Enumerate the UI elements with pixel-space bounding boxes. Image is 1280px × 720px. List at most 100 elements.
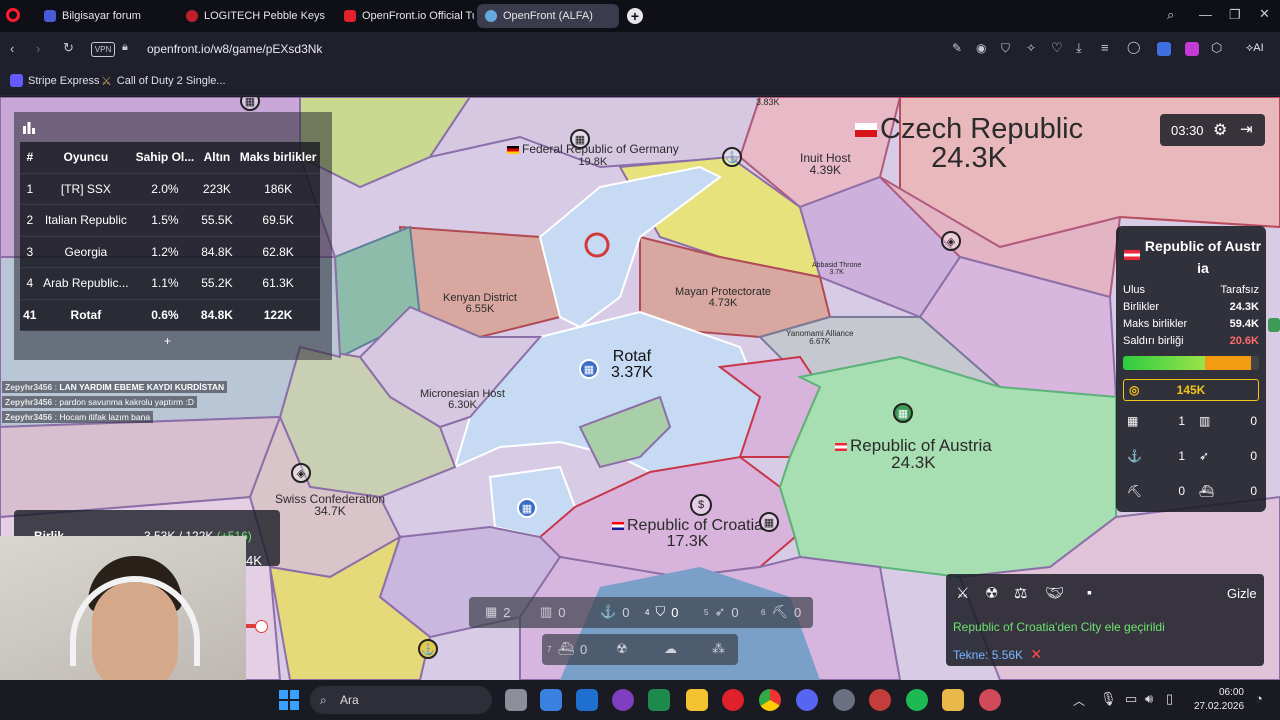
gold-icon[interactable]: $: [690, 494, 712, 516]
volume-icon[interactable]: 🔊︎: [1145, 691, 1153, 707]
start-windows-icon[interactable]: [279, 690, 299, 710]
notifications-icon[interactable]: ◔: [1255, 691, 1263, 706]
clock[interactable]: 06:00 27.02.2026: [1194, 686, 1244, 714]
taskbar-search[interactable]: ⌕ Ara: [310, 686, 492, 714]
filter-attack-icon[interactable]: ⚔: [956, 584, 969, 602]
shield-icon[interactable]: ⛉: [1001, 41, 1010, 56]
close-window-icon[interactable]: ✕: [1259, 6, 1270, 22]
tab-bilgisayar-forum[interactable]: Bilgisayar forum: [36, 4, 172, 28]
tab-openfront-tutorial[interactable]: OpenFront.io Official Tuto: [336, 4, 474, 28]
filter-trade-icon[interactable]: ⚖: [1014, 584, 1027, 602]
build-bar: ▦ 2 ▥ 0 ⚓ 0 4 ⛉ 0 5 ➶ 0 6 ⛏ 0: [469, 597, 813, 628]
minimize-icon[interactable]: —: [1199, 7, 1212, 22]
build-warship-button[interactable]: 7 ⛴ 0: [547, 634, 587, 664]
url-field[interactable]: openfront.io/w8/game/pEXsd3Nk: [147, 42, 322, 56]
app-icon[interactable]: [1185, 42, 1199, 56]
heart-icon[interactable]: ♡: [1051, 40, 1063, 56]
filter-alliance-icon[interactable]: 🤝︎: [1045, 584, 1064, 602]
city-icon[interactable]: ▦: [570, 129, 590, 149]
settings-icon[interactable]: [833, 689, 855, 711]
translate-icon[interactable]: [1157, 42, 1171, 56]
bookmark-stripe-express[interactable]: Stripe Express: [10, 74, 100, 87]
table-row[interactable]: 3 Georgia 1.2% 84.8K 62.8K: [20, 236, 320, 268]
filter-nuke-icon[interactable]: ☢: [985, 584, 998, 602]
app-icon[interactable]: [869, 689, 891, 711]
exit-icon[interactable]: ⇥: [1240, 120, 1253, 138]
missile-silo-icon[interactable]: ◈: [941, 231, 961, 251]
camera-icon[interactable]: ◉: [976, 41, 986, 55]
count: 0: [731, 604, 739, 620]
city-icon[interactable]: ▦: [893, 403, 913, 423]
build-sam-button[interactable]: 6 ⛏ 0: [761, 597, 801, 627]
port-icon[interactable]: ⚓: [418, 639, 438, 659]
city-icon[interactable]: ▦: [517, 498, 537, 518]
spotify-icon[interactable]: [906, 689, 928, 711]
bookmark-cod2[interactable]: ⚔ Call of Duty 2 Single...: [101, 74, 226, 88]
tab-openfront-game[interactable]: OpenFront (ALFA): [477, 4, 619, 28]
network-icon[interactable]: ▭: [1125, 691, 1137, 707]
missile-silo-icon[interactable]: ◈: [291, 463, 311, 483]
restore-icon[interactable]: ❐: [1229, 7, 1241, 23]
port-icon[interactable]: ⚓: [722, 147, 742, 167]
outlook-icon[interactable]: [576, 689, 598, 711]
build-port-button[interactable]: ⚓ 0: [600, 597, 629, 627]
vpn-badge[interactable]: VPN: [91, 42, 115, 57]
search-icon: ⌕: [320, 693, 327, 707]
build-factory-button[interactable]: ▥ 0: [540, 597, 566, 627]
col-player[interactable]: Oyuncu: [39, 142, 133, 174]
lock-icon[interactable]: 🔒︎: [122, 41, 128, 54]
mic-icon[interactable]: 🎙︎: [1100, 691, 1117, 707]
aria-ai-button[interactable]: ⟡AI: [1246, 42, 1264, 55]
excel-icon[interactable]: [648, 689, 670, 711]
build-missile-silo-button[interactable]: 5 ➶ 0: [704, 597, 739, 627]
filter-chat-icon[interactable]: ▪: [1087, 584, 1092, 600]
back-icon[interactable]: ‹: [10, 41, 14, 56]
build-hydrogen-bomb-button[interactable]: ☁: [664, 634, 677, 664]
attack-ratio-slider[interactable]: [246, 618, 268, 634]
build-mirv-button[interactable]: ⁂: [712, 634, 725, 664]
table-row-self[interactable]: 41 Rotaf 0.6% 84.8K 122K: [20, 299, 320, 331]
forward-icon[interactable]: ›: [36, 41, 40, 56]
col-owned[interactable]: Sahip Ol...: [132, 142, 198, 174]
profile-icon[interactable]: ◯: [1127, 40, 1140, 54]
chevron-up-icon[interactable]: ︿: [1073, 692, 1085, 709]
extensions-icon[interactable]: ✧: [1026, 41, 1036, 55]
cancel-boat-icon[interactable]: ✕: [1030, 646, 1042, 662]
download-icon[interactable]: ⤓: [1076, 40, 1082, 56]
build-city-button[interactable]: ▦ 2: [485, 597, 511, 627]
reload-icon[interactable]: ↻: [63, 40, 74, 56]
city-icon[interactable]: ▦: [759, 512, 779, 532]
slider-handle[interactable]: [255, 620, 268, 633]
menu-icon[interactable]: ≡: [1101, 40, 1109, 55]
cube-icon[interactable]: ⬡: [1211, 40, 1222, 56]
media-player-icon[interactable]: [612, 689, 634, 711]
store-icon[interactable]: [540, 689, 562, 711]
build-nuke-button[interactable]: ☢: [616, 634, 628, 664]
table-row[interactable]: 4 Arab Republic... 1.1% 55.2K 61.3K: [20, 267, 320, 300]
file-explorer-icon[interactable]: [686, 689, 708, 711]
task-view-icon[interactable]: [505, 689, 527, 711]
chrome-icon[interactable]: [759, 689, 781, 711]
search-tabs-icon[interactable]: ⌕: [1167, 7, 1174, 23]
edit-icon[interactable]: ✎: [952, 41, 962, 55]
col-rank[interactable]: #: [20, 142, 40, 174]
build-defense-post-button[interactable]: 4 ⛉ 0: [645, 597, 678, 627]
leaderboard-expand-button[interactable]: +: [164, 334, 171, 348]
app2-icon[interactable]: [942, 689, 964, 711]
app3-icon[interactable]: [979, 689, 1001, 711]
col-gold[interactable]: Altın: [197, 142, 237, 174]
leaderboard-toggle-icon[interactable]: [22, 120, 36, 134]
battery-icon[interactable]: ▯: [1166, 691, 1173, 707]
city-icon[interactable]: ▦: [579, 359, 599, 379]
tab-logitech[interactable]: LOGITECH Pebble Keys 2 K: [178, 4, 328, 28]
new-tab-button[interactable]: +: [627, 8, 643, 24]
discord-icon[interactable]: [796, 689, 818, 711]
opera-logo-icon[interactable]: [6, 8, 20, 22]
col-max-troops[interactable]: Maks birlikler: [236, 142, 320, 174]
hide-events-button[interactable]: Gizle: [1227, 586, 1257, 601]
table-row[interactable]: 1 [TR] SSX 2.0% 223K 186K: [20, 173, 320, 205]
info-value: 59.4K: [1229, 318, 1259, 330]
table-row[interactable]: 2 Italian Republic 1.5% 55.5K 69.5K: [20, 204, 320, 237]
settings-gear-icon[interactable]: ⚙: [1213, 120, 1227, 140]
opera-icon[interactable]: [722, 689, 744, 711]
